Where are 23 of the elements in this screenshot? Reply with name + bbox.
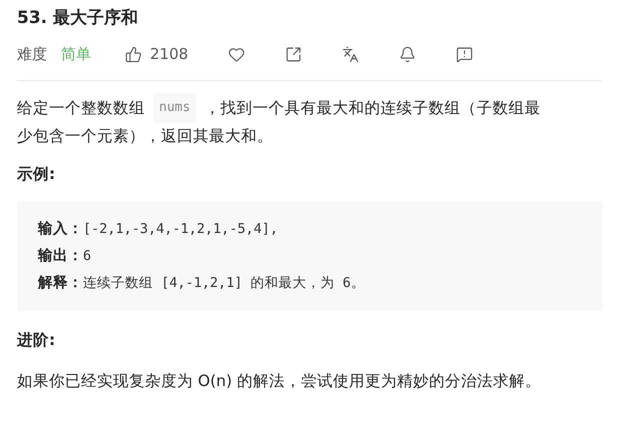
like-button[interactable]: 2108 <box>125 45 188 63</box>
example-label: 输出： <box>38 246 83 266</box>
inline-code: nums <box>153 93 196 123</box>
feedback-icon[interactable] <box>456 46 474 62</box>
example-label: 输入： <box>38 220 83 239</box>
heart-icon[interactable] <box>228 46 246 62</box>
thumbs-up-icon <box>125 46 142 62</box>
bell-icon[interactable] <box>399 46 416 62</box>
share-icon[interactable] <box>285 46 302 62</box>
advanced-heading: 进阶: <box>17 330 56 351</box>
advanced-text: 如果你已经实现复杂度为 O(n) 的解法，尝试使用更为精妙的分治法求解。 <box>17 371 542 392</box>
difficulty-level: 简单 <box>61 44 91 64</box>
difficulty-label: 难度 <box>17 44 47 64</box>
translate-icon[interactable] <box>342 46 360 62</box>
description-text: 少包含一个元素），返回其最大和。 <box>17 126 274 147</box>
description-text: 给定一个整数数组 <box>17 98 145 119</box>
example-value: 6 <box>83 247 92 266</box>
example-value: 连续子数组 [4,-1,2,1] 的和最大，为 6。 <box>83 274 365 293</box>
example-label: 解释： <box>38 274 83 293</box>
example-heading: 示例: <box>17 164 56 185</box>
problem-title: 53. 最大子序和 <box>17 7 140 30</box>
description-text: ，找到一个具有最大和的连续子数组（子数组最 <box>204 98 540 119</box>
example-value: [-2,1,-3,4,-1,2,1,-5,4], <box>83 220 278 239</box>
